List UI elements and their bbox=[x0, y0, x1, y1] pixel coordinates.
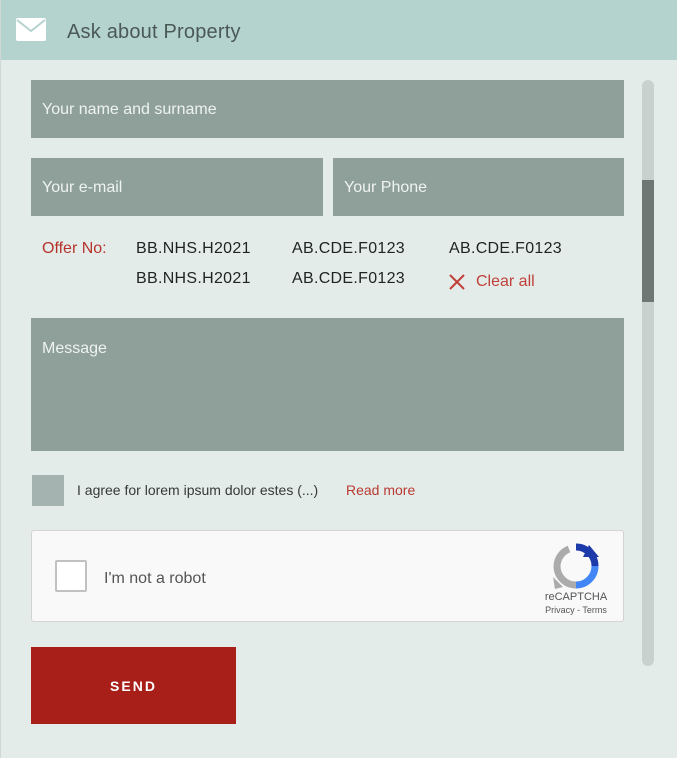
recaptcha-checkbox[interactable] bbox=[55, 560, 87, 592]
read-more-link[interactable]: Read more bbox=[346, 482, 415, 498]
panel-header: Ask about Property bbox=[1, 0, 677, 60]
offer-code: AB.CDE.F0123 bbox=[292, 240, 405, 257]
agree-text: I agree for lorem ipsum dolor estes (...… bbox=[77, 482, 319, 498]
agree-checkbox[interactable] bbox=[32, 475, 64, 506]
close-icon bbox=[449, 274, 465, 290]
offer-code: BB.NHS.H2021 bbox=[136, 240, 251, 257]
name-input-placeholder: Your name and surname bbox=[42, 101, 217, 118]
email-input-placeholder: Your e-mail bbox=[42, 179, 123, 196]
send-button[interactable]: SEND bbox=[31, 647, 236, 724]
recaptcha-logo-icon bbox=[553, 543, 599, 589]
recaptcha-brand: reCAPTCHA bbox=[544, 591, 608, 603]
scrollbar-thumb[interactable] bbox=[642, 180, 654, 302]
envelope-icon bbox=[16, 18, 46, 41]
name-input[interactable]: Your name and surname bbox=[31, 80, 624, 138]
offer-code: AB.CDE.F0123 bbox=[449, 240, 562, 257]
recaptcha-terms-link[interactable]: Privacy - Terms bbox=[531, 605, 621, 615]
phone-input[interactable]: Your Phone bbox=[333, 158, 624, 216]
phone-input-placeholder: Your Phone bbox=[344, 179, 428, 196]
message-textarea[interactable]: Message bbox=[31, 318, 624, 451]
offer-code: AB.CDE.F0123 bbox=[292, 270, 405, 287]
message-placeholder: Message bbox=[42, 340, 107, 357]
recaptcha-label: I'm not a robot bbox=[104, 570, 206, 587]
ask-property-panel: Ask about Property Your name and surname… bbox=[0, 0, 677, 758]
offer-code: BB.NHS.H2021 bbox=[136, 270, 251, 287]
panel-title: Ask about Property bbox=[67, 21, 241, 43]
recaptcha-widget: I'm not a robot reCAPTCHA Privacy - Term… bbox=[31, 530, 624, 622]
clear-all-label: Clear all bbox=[476, 273, 535, 290]
email-input[interactable]: Your e-mail bbox=[31, 158, 323, 216]
scrollbar-track[interactable] bbox=[642, 80, 654, 666]
offer-no-label: Offer No: bbox=[42, 240, 107, 257]
